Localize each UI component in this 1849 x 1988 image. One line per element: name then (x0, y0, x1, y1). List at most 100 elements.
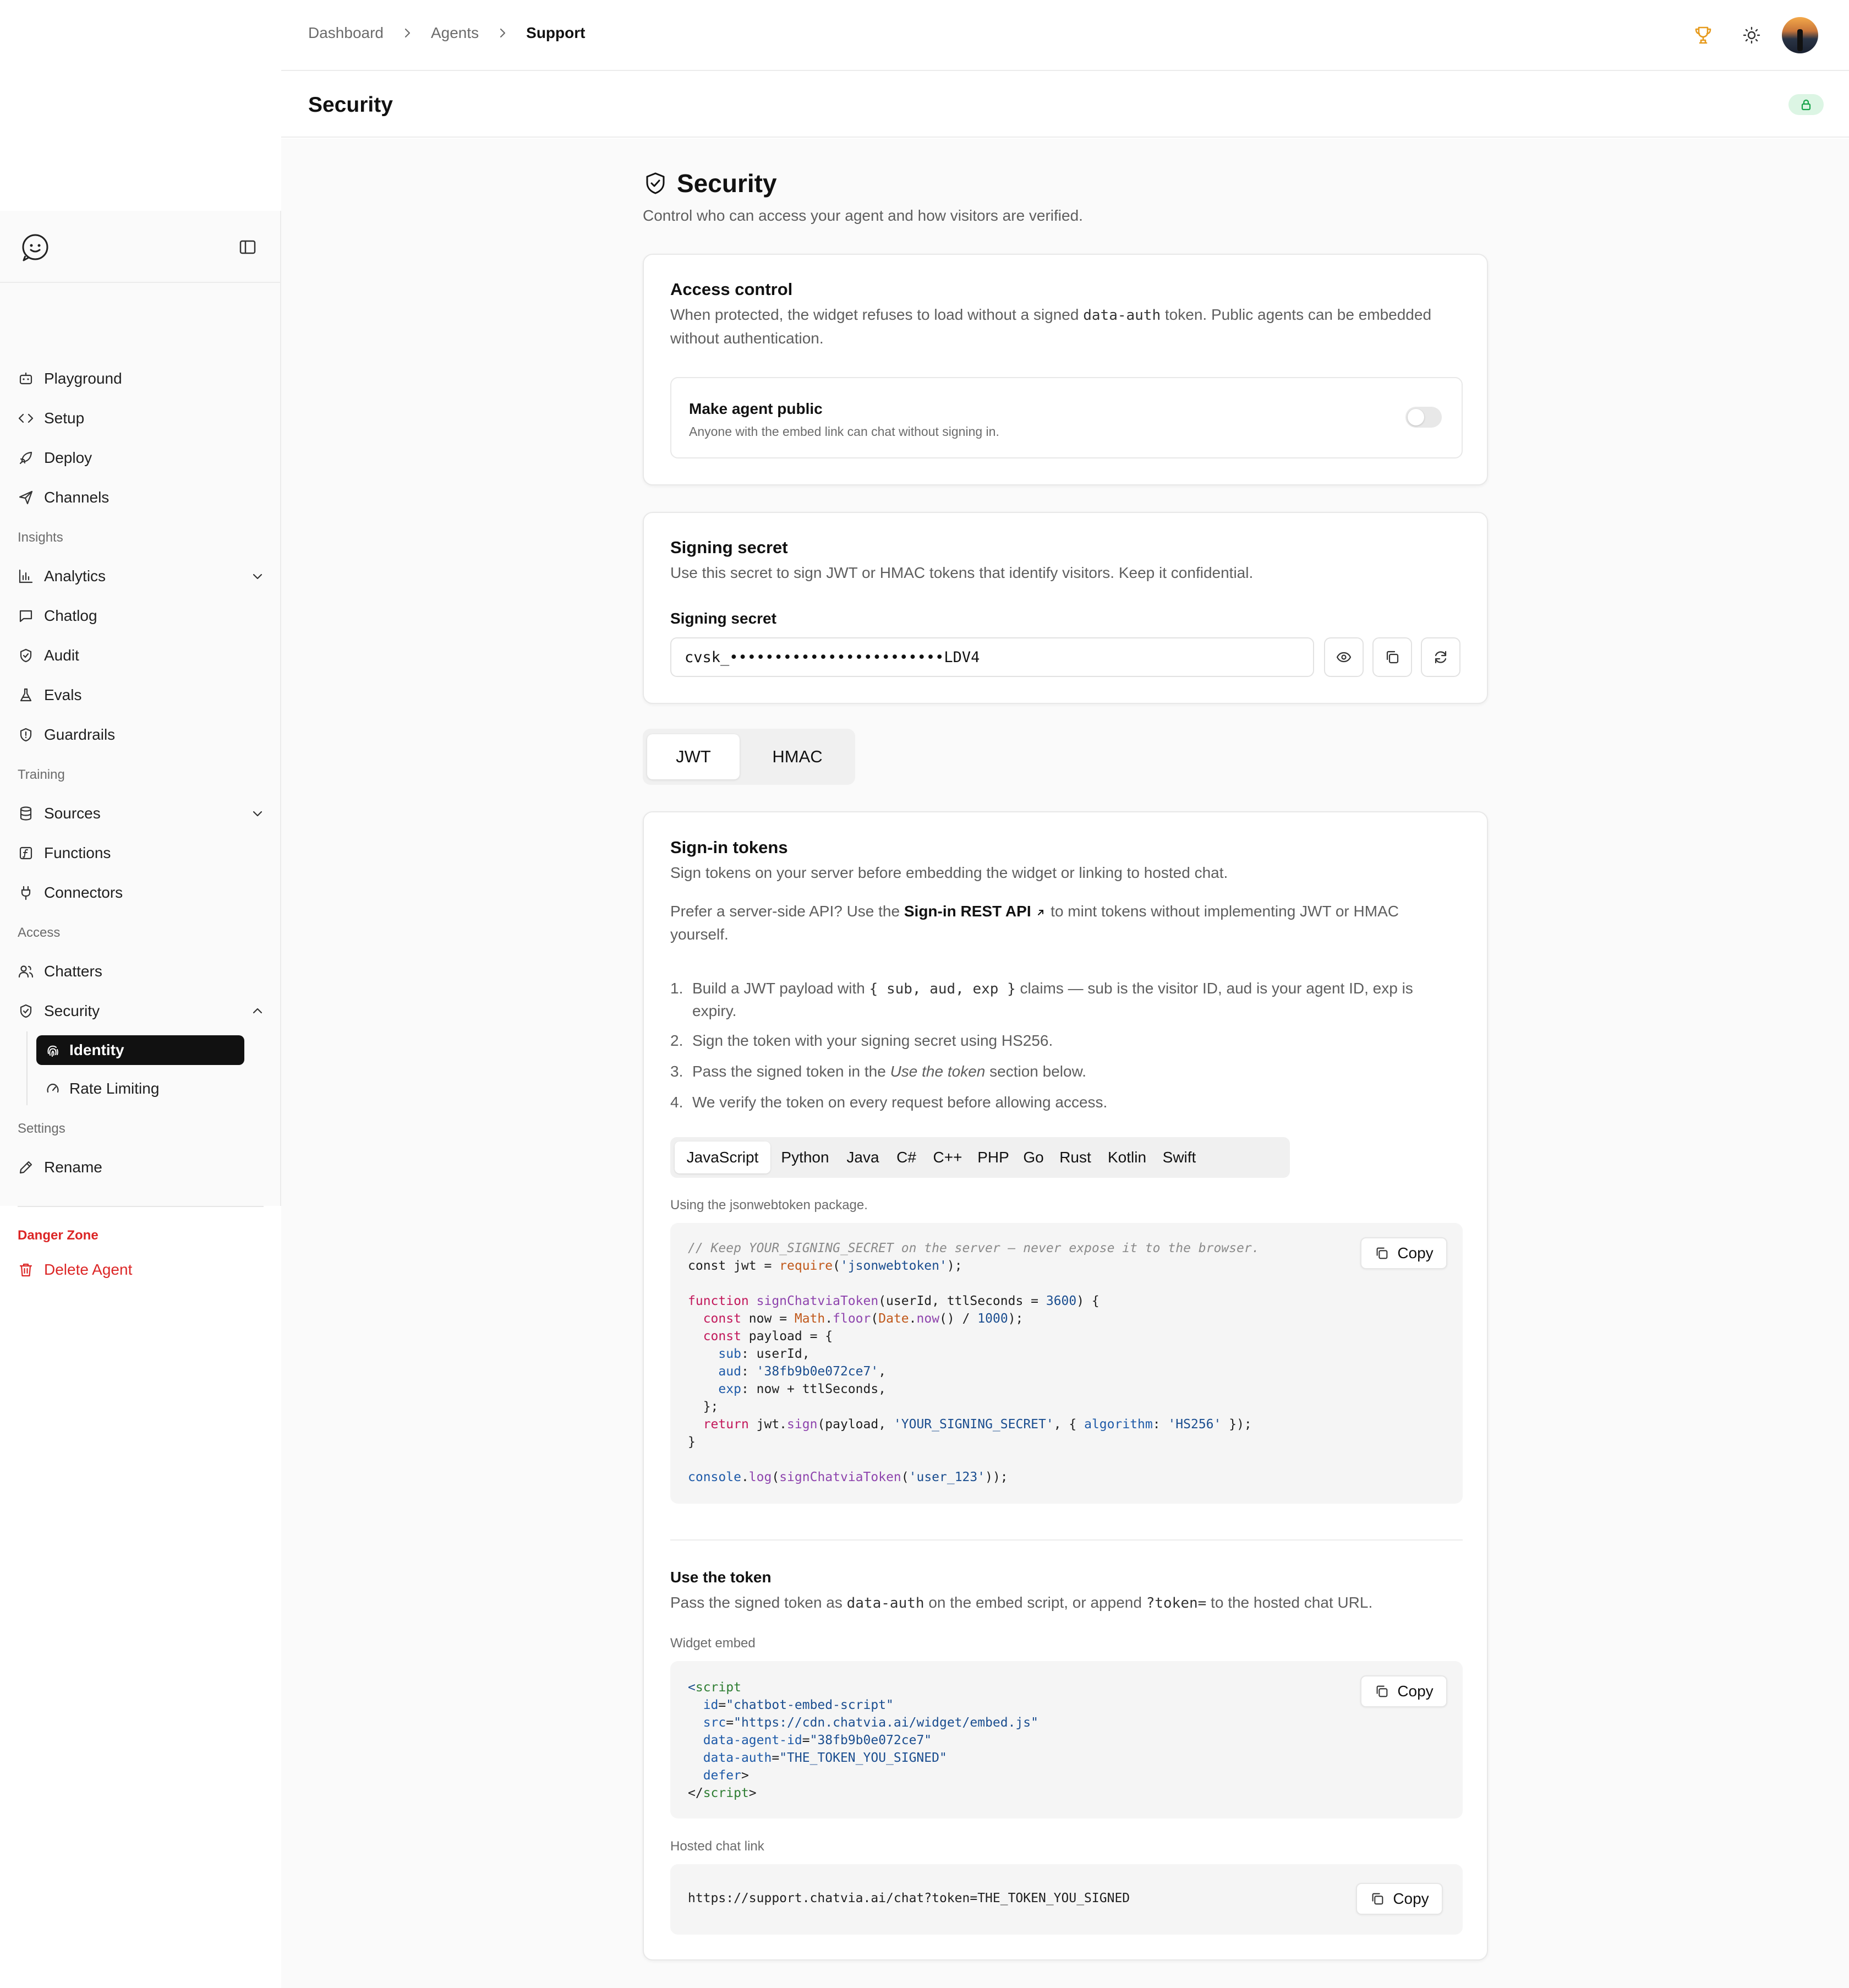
top-bar: Dashboard Agents Support (281, 0, 1849, 71)
toggle-hint: Anyone with the embed link can chat with… (689, 424, 999, 439)
copy-embed-button[interactable]: Copy (1360, 1675, 1447, 1707)
inline-code: ?token= (1146, 1595, 1207, 1612)
plug-icon (21, 886, 31, 900)
shield-alert-icon (20, 728, 32, 742)
widget-embed-label: Widget embed (670, 1636, 756, 1651)
copy-label: Copy (1397, 1244, 1434, 1261)
tab-swift[interactable]: Swift (1157, 1142, 1202, 1173)
toggle-label: Make agent public (689, 400, 823, 417)
breadcrumb-dashboard[interactable]: Dashboard (308, 24, 384, 42)
step-number: 2. (670, 1032, 683, 1049)
tab-hmac[interactable]: HMAC (744, 734, 851, 779)
inline-code: data-auth (1083, 307, 1161, 324)
sidebar-item-analytics[interactable]: Analytics (18, 561, 265, 592)
sidebar-subitem-label: Identity (69, 1041, 124, 1058)
sidebar-subitem-rate-limiting[interactable]: Rate Limiting (36, 1074, 244, 1104)
copy-code-button[interactable]: Copy (1360, 1237, 1447, 1269)
use-token-title: Use the token (670, 1569, 772, 1586)
sidebar-item-label: Delete Agent (44, 1261, 133, 1278)
sidebar-subitem-label: Rate Limiting (69, 1080, 160, 1097)
access-control-card: Access control When protected, the widge… (643, 254, 1488, 485)
users-icon (18, 965, 34, 978)
sun-icon[interactable] (1741, 24, 1763, 46)
avatar[interactable] (1782, 17, 1818, 53)
sidebar-item-label: Evals (44, 686, 82, 703)
text: Prefer a server-side API? Use the (670, 903, 904, 920)
sign-in-tokens-card: Sign-in tokens Sign tokens on your serve… (643, 811, 1488, 1960)
status-badge (1788, 94, 1824, 115)
sidebar-item-security[interactable]: Security (18, 996, 265, 1026)
sidebar-item-chatters[interactable]: Chatters (18, 956, 265, 987)
sidebar-item-functions[interactable]: Functions (18, 838, 265, 869)
card-description: When protected, the widget refuses to lo… (670, 303, 1452, 350)
sidebar-item-evals[interactable]: Evals (18, 680, 265, 711)
chevron-down-icon[interactable] (250, 806, 265, 821)
section-description: Control who can access your agent and ho… (643, 207, 1083, 224)
sidebar-item-connectors[interactable]: Connectors (18, 877, 265, 908)
sidebar-item-deploy[interactable]: Deploy (18, 443, 265, 473)
sign-in-rest-api-link[interactable]: Sign-in REST API (904, 903, 1047, 920)
tab-java[interactable]: Java (840, 1142, 886, 1173)
reveal-secret-button[interactable] (1324, 637, 1364, 677)
tab-csharp[interactable]: C# (890, 1142, 922, 1173)
step-text: We verify the token on every request bef… (692, 1094, 1108, 1111)
sidebar-subitem-identity[interactable]: Identity (36, 1035, 244, 1065)
rocket-icon (19, 451, 32, 465)
message-square-icon (19, 610, 32, 622)
tab-python[interactable]: Python (775, 1142, 835, 1173)
trophy-icon[interactable] (1692, 24, 1714, 46)
rotate-secret-button[interactable] (1421, 637, 1460, 677)
sidebar-item-setup[interactable]: Setup (18, 403, 265, 434)
pencil-icon (19, 1161, 32, 1174)
sidebar-item-label: Chatters (44, 963, 102, 980)
tab-cpp[interactable]: C++ (927, 1142, 969, 1173)
sidebar-item-audit[interactable]: Audit (18, 640, 265, 671)
sidebar-item-label: Functions (44, 844, 111, 861)
text: Pass the signed token in the (692, 1063, 890, 1080)
code-icon (18, 413, 34, 423)
tab-php[interactable]: PHP (973, 1142, 1014, 1173)
bar-chart-icon (19, 569, 33, 583)
sidebar-item-label: Security (44, 1002, 100, 1019)
copy-secret-button[interactable] (1372, 637, 1412, 677)
signing-secret-card: Signing secret Use this secret to sign J… (643, 512, 1488, 704)
sidebar-toggle-icon[interactable] (237, 236, 259, 258)
tab-javascript[interactable]: JavaScript (675, 1142, 770, 1173)
sidebar-item-label: Channels (44, 489, 110, 506)
chat-logo-icon[interactable] (19, 231, 52, 264)
code-snippet: <script id="chatbot-embed-script" src="h… (688, 1680, 1038, 1800)
eye-icon (1336, 652, 1352, 663)
tab-jwt[interactable]: JWT (647, 734, 740, 779)
danger-zone-label: Danger Zone (18, 1228, 99, 1243)
breadcrumb-agents[interactable]: Agents (431, 24, 479, 42)
tab-go[interactable]: Go (1018, 1142, 1049, 1173)
sidebar-item-guardrails[interactable]: Guardrails (18, 719, 265, 750)
step-text: Sign the token with your signing secret … (692, 1032, 1053, 1049)
sidebar-item-chatlog[interactable]: Chatlog (18, 600, 265, 631)
database-icon (20, 806, 32, 821)
shield-check-icon (20, 648, 32, 663)
signing-secret-field[interactable]: cvsk_••••••••••••••••••••••••LDV4 (670, 637, 1314, 677)
code-block-widget-embed: <script id="chatbot-embed-script" src="h… (670, 1661, 1463, 1818)
tab-kotlin[interactable]: Kotlin (1102, 1142, 1152, 1173)
sidebar-item-channels[interactable]: Channels (18, 482, 265, 513)
inline-code: { sub, aud, exp } (869, 981, 1016, 997)
text: When protected, the widget refuses to lo… (670, 306, 1084, 323)
sidebar-item-sources[interactable]: Sources (18, 798, 265, 829)
chevron-up-icon[interactable] (250, 1003, 265, 1019)
italic-text: Use the token (890, 1063, 986, 1080)
make-public-toggle[interactable] (1405, 407, 1442, 428)
sidebar-item-playground[interactable]: Playground (18, 363, 265, 394)
sidebar-item-label: Audit (44, 647, 79, 664)
page-title: Security (308, 93, 393, 117)
chevron-down-icon[interactable] (250, 569, 265, 584)
flask-icon (20, 688, 32, 702)
copy-hosted-link-button[interactable]: Copy (1356, 1883, 1443, 1915)
sidebar-item-label: Setup (44, 409, 85, 427)
sidebar-item-rename[interactable]: Rename (18, 1152, 265, 1183)
tab-rust[interactable]: Rust (1053, 1142, 1097, 1173)
trash-icon (19, 1263, 32, 1277)
sidebar-item-delete-agent[interactable]: Delete Agent (18, 1254, 265, 1285)
section-heading: Security (643, 168, 777, 198)
bot-icon (19, 373, 32, 385)
